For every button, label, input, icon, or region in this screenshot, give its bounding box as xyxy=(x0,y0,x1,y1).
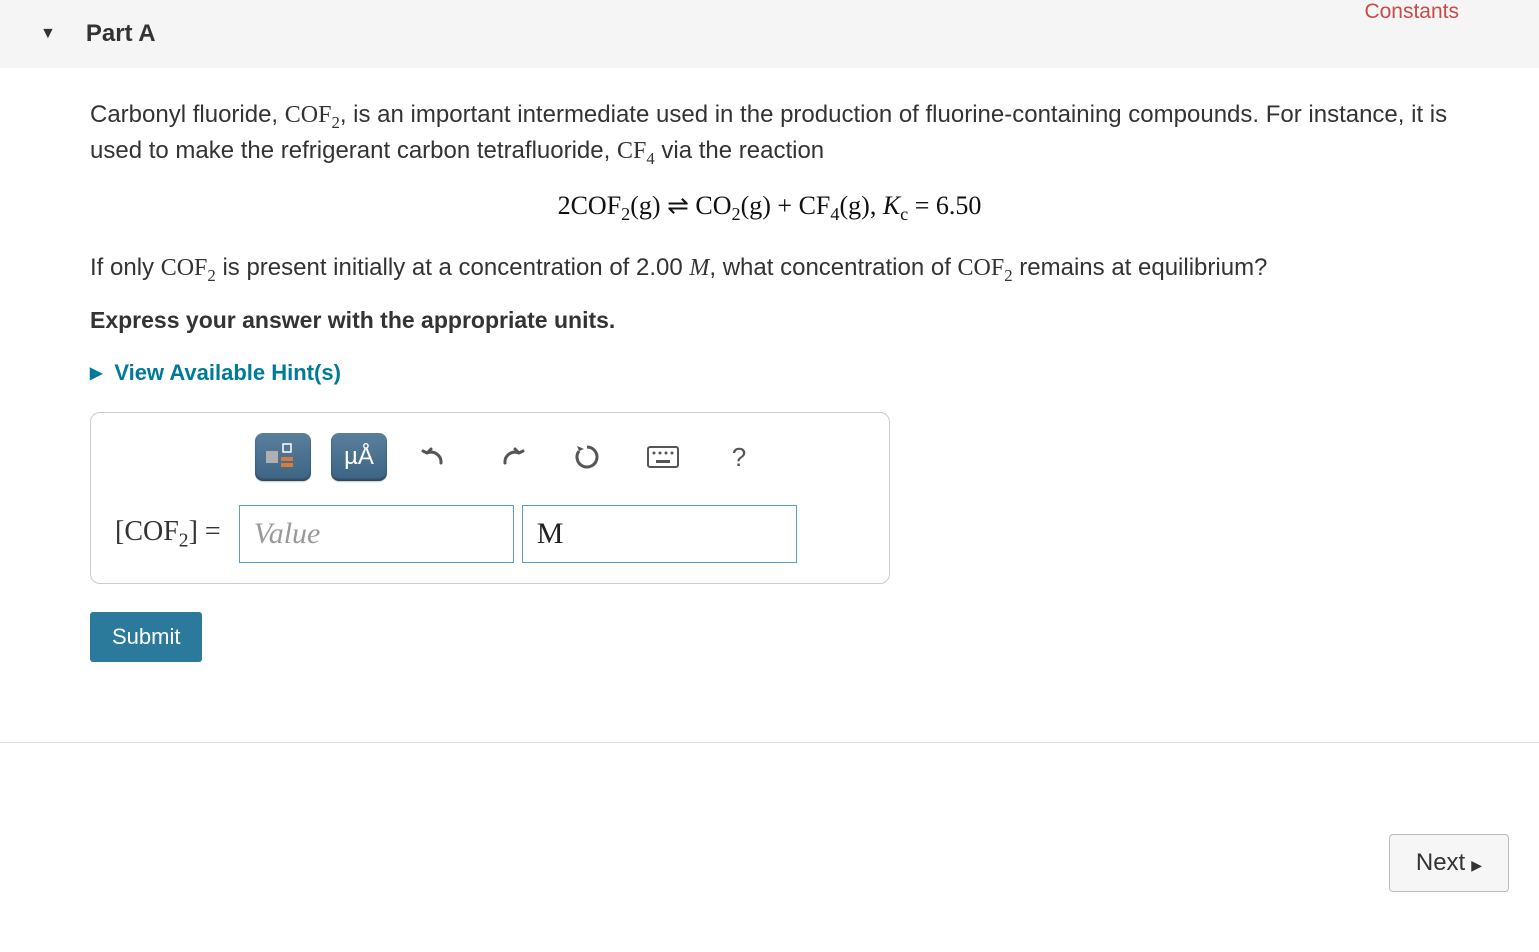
collapse-caret-icon: ▼ xyxy=(40,25,56,43)
greek-symbols-button[interactable]: µÅ xyxy=(331,433,387,481)
reaction-equation: 2COF2(g) ⇌ CO2(g) + CF4(g), Kc = 6.50 xyxy=(90,191,1449,225)
hints-label: View Available Hint(s) xyxy=(114,360,341,386)
answer-instruction: Express your answer with the appropriate… xyxy=(90,307,1449,334)
text-intro-mid2: via the reaction xyxy=(655,137,824,164)
top-links-bar: Constants xyxy=(1364,0,1459,24)
keyboard-button[interactable] xyxy=(635,433,691,481)
toolbar: µÅ ? xyxy=(255,433,865,481)
reset-button[interactable] xyxy=(559,433,615,481)
section-divider xyxy=(0,742,1539,743)
submit-button[interactable]: Submit xyxy=(90,612,202,662)
question-if-only: If only COF2 is present initially at a c… xyxy=(90,251,1449,287)
text-intro-pre: Carbonyl fluoride, xyxy=(90,101,285,128)
formula-cof2: COF2 xyxy=(285,102,340,128)
undo-button[interactable] xyxy=(407,433,463,481)
formula-cf4: CF4 xyxy=(617,138,655,164)
value-input[interactable]: Value xyxy=(239,505,514,563)
next-arrow-icon: ▶ xyxy=(1471,857,1482,873)
expand-caret-icon: ▶ xyxy=(90,363,102,383)
unit-input[interactable]: M xyxy=(522,505,797,563)
answer-row: [COF2] = Value M xyxy=(115,505,865,563)
question-content: Carbonyl fluoride, COF2, is an important… xyxy=(0,68,1539,692)
question-intro: Carbonyl fluoride, COF2, is an important… xyxy=(90,98,1449,171)
part-title: Part A xyxy=(86,20,156,48)
part-header[interactable]: ▼ Part A xyxy=(0,0,1539,68)
answer-label: [COF2] = xyxy=(115,516,221,553)
redo-button[interactable] xyxy=(483,433,539,481)
template-button[interactable] xyxy=(255,433,311,481)
view-hints-link[interactable]: ▶ View Available Hint(s) xyxy=(90,360,341,386)
link-constants[interactable]: Constants xyxy=(1364,0,1459,24)
answer-box: µÅ ? [COF2] = Value M xyxy=(90,412,890,584)
help-button[interactable]: ? xyxy=(711,433,767,481)
next-button[interactable]: Next▶ xyxy=(1389,834,1509,892)
